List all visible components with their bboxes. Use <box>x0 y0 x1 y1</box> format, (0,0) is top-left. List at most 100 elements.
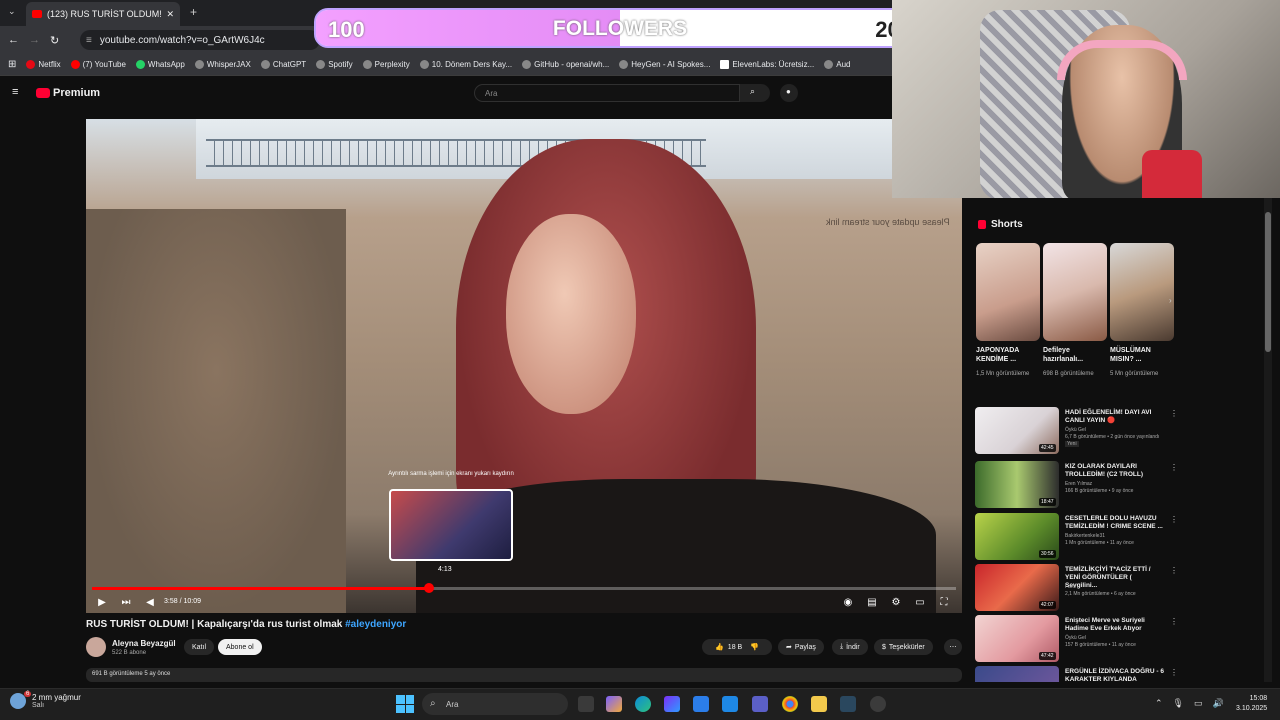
more-options-icon[interactable]: ⋮ <box>1170 617 1178 626</box>
short-thumbnail[interactable] <box>1043 243 1107 341</box>
bookmark-elevenlabs[interactable]: ElevenLabs: Ücretsiz... <box>720 60 814 69</box>
tab-search-icon[interactable]: ⌄ <box>8 6 16 17</box>
more-options-icon[interactable]: ⋮ <box>1170 566 1178 575</box>
forward-icon[interactable]: → <box>29 34 40 46</box>
more-options-icon[interactable]: ⋮ <box>1170 668 1175 677</box>
dislike-icon[interactable]: 👎 <box>750 643 759 651</box>
recommended-video[interactable]: 18:47 KIZ OLARAK DAYILARI TROLLEDİM! (C2… <box>975 461 1178 509</box>
teams-icon[interactable] <box>752 696 768 712</box>
bookmark-youtube[interactable]: (7) YouTube <box>70 60 126 69</box>
progress-bar[interactable] <box>92 583 956 593</box>
apps-icon[interactable]: ⊞ <box>8 59 16 70</box>
app-icon[interactable] <box>722 696 738 712</box>
youtube-logo[interactable]: Premium <box>36 87 100 99</box>
subscribe-button[interactable]: Abone ol <box>218 639 262 655</box>
more-options-icon[interactable]: ⋮ <box>1170 515 1178 524</box>
tray-expand-icon[interactable]: ⌃ <box>1155 698 1163 709</box>
clock-date: 3.10.2025 <box>1236 705 1268 712</box>
bookmark-whisperjax[interactable]: WhisperJAX <box>194 60 251 69</box>
player-controls: ▶ ⏭ ◀ 3:58 / 10:09 ◉ ▤ ⚙ ▭ ⛶ <box>86 593 962 613</box>
volume-icon[interactable]: 🔊 <box>1213 698 1224 709</box>
file-explorer-icon[interactable] <box>811 696 827 712</box>
more-options-icon[interactable]: ⋮ <box>1170 409 1178 418</box>
video-wall <box>86 209 346 613</box>
logo-text: Premium <box>53 87 101 99</box>
theater-mode-icon[interactable]: ▭ <box>914 597 926 609</box>
tab-close-icon[interactable]: ✕ <box>166 9 174 20</box>
short-title[interactable]: Defileye hazırlanalı... <box>1043 346 1105 364</box>
voice-search-button[interactable]: ● <box>780 84 798 102</box>
start-button[interactable] <box>396 695 414 713</box>
copilot-icon[interactable] <box>606 696 622 712</box>
short-thumbnail[interactable] <box>976 243 1040 341</box>
short-thumbnail[interactable] <box>1110 243 1174 341</box>
notification-count: 6 <box>24 691 32 697</box>
bookmark-aud[interactable]: Aud <box>824 60 850 69</box>
recommended-video[interactable]: 30:56 CESETLERLE DOLU HAVUZU TEMİZLEDİM … <box>975 513 1178 561</box>
video-thumbnail <box>975 666 1059 682</box>
short-views: 5 Mn görüntüleme <box>1110 371 1159 377</box>
recommended-video[interactable]: 42:07 TEMİZLİKÇİYİ T*ACİZ ETTİ / YENİ GÖ… <box>975 564 1178 612</box>
join-button[interactable]: Katıl <box>184 639 215 655</box>
search-button[interactable]: ⌕ <box>740 84 770 102</box>
weather-widget[interactable]: 2 mm yağmur Salı 6 <box>10 691 81 709</box>
progress-scrubber[interactable] <box>423 583 434 593</box>
new-tab-icon[interactable]: + <box>190 5 197 19</box>
download-button[interactable]: ⤓ İndir <box>832 639 868 655</box>
microphone-icon[interactable]: 🎙 <box>1173 698 1184 709</box>
recommended-video[interactable]: 47:42 Enişteci Merve ve Suriyeli Hadime … <box>975 615 1178 663</box>
next-icon[interactable]: ⏭ <box>120 597 132 609</box>
like-dislike-button[interactable]: 👍 18 B 👎 <box>702 639 772 655</box>
bookmark-github[interactable]: GitHub - openai/wh... <box>522 60 609 69</box>
app-icon[interactable] <box>870 696 886 712</box>
recommended-video[interactable]: 42:45 HADİ EĞLENELİM! DAYI AVI CANLI YAY… <box>975 407 1178 455</box>
video-player[interactable]: Please update your stream link Ayrıntılı… <box>86 119 962 613</box>
omnibox[interactable]: ≡ youtube.com/watch?v=o_GArtW6J4c <box>80 30 320 50</box>
taskbar-search[interactable]: ⌕ Ara <box>422 693 568 715</box>
shorts-next-icon[interactable]: › <box>1169 296 1172 305</box>
description-box[interactable]: 691 B görüntüleme 5 ay önce <box>86 668 962 682</box>
network-icon[interactable]: ▭ <box>1194 698 1203 709</box>
bookmark-perplexity[interactable]: Perplexity <box>362 60 410 69</box>
recommended-video[interactable]: ERGÜNLE İZDİVACA DOĞRU - 6 KARAKTER KIYL… <box>975 666 1175 682</box>
play-icon[interactable]: ▶ <box>96 597 108 609</box>
fullscreen-icon[interactable]: ⛶ <box>938 597 950 609</box>
sidebar-scroll-thumb[interactable] <box>1265 212 1271 352</box>
url-text[interactable]: youtube.com/watch?v=o_GArtW6J4c <box>100 35 265 46</box>
bookmark-spotify[interactable]: Spotify <box>316 60 353 69</box>
chrome-icon[interactable] <box>782 696 798 712</box>
settings-icon[interactable]: ⚙ <box>890 597 902 609</box>
bookmark-ders[interactable]: 10. Dönem Ders Kay... <box>419 60 512 69</box>
thanks-button[interactable]: $ Teşekkürler <box>874 639 933 655</box>
browser-tab[interactable]: (123) RUS TURİST OLDUM! | Ka ✕ <box>26 2 180 26</box>
edge-icon[interactable] <box>635 696 651 712</box>
taskbar-clock[interactable]: 15:08 3.10.2025 <box>1236 694 1267 714</box>
share-button[interactable]: ➦ Paylaş <box>778 639 824 655</box>
webcam-overlay <box>892 0 1280 198</box>
task-view-icon[interactable] <box>578 696 594 712</box>
steam-icon[interactable] <box>840 696 856 712</box>
more-options-icon[interactable]: ⋮ <box>1170 463 1178 472</box>
store-icon[interactable] <box>664 696 680 712</box>
bookmark-heygen[interactable]: HeyGen - AI Spokes... <box>619 60 710 69</box>
channel-avatar[interactable] <box>86 637 106 657</box>
short-title[interactable]: JAPONYADA KENDİME ... <box>976 346 1038 364</box>
bookmark-chatgpt[interactable]: ChatGPT <box>260 60 306 69</box>
video-title: RUS TURİST OLDUM! | Kapalıçarşı'da rus t… <box>86 619 406 630</box>
subtitles-icon[interactable]: ▤ <box>866 597 878 609</box>
more-actions-button[interactable]: ⋯ <box>944 639 962 655</box>
search-input[interactable]: Ara <box>474 84 740 102</box>
short-title[interactable]: MÜSLÜMAN MISIN? ... <box>1110 346 1172 364</box>
volume-icon[interactable]: ◀ <box>144 597 156 609</box>
bookmark-whatsapp[interactable]: WhatsApp <box>135 60 185 69</box>
reload-icon[interactable]: ↻ <box>50 34 59 47</box>
channel-name[interactable]: Aleyna Beyazgül <box>112 639 176 648</box>
site-info-icon[interactable]: ≡ <box>86 35 92 46</box>
autoplay-toggle-icon[interactable]: ◉ <box>842 597 854 609</box>
video-hashtag-link[interactable]: #aleydeniyor <box>345 619 406 630</box>
back-icon[interactable]: ← <box>8 34 19 46</box>
app-icon[interactable] <box>693 696 709 712</box>
menu-icon[interactable]: ≡ <box>12 86 18 98</box>
video-title: HADİ EĞLENELİM! DAYI AVI CANLI YAYIN 🔴 <box>1065 409 1152 424</box>
bookmark-netflix[interactable]: Netflix <box>26 60 61 69</box>
